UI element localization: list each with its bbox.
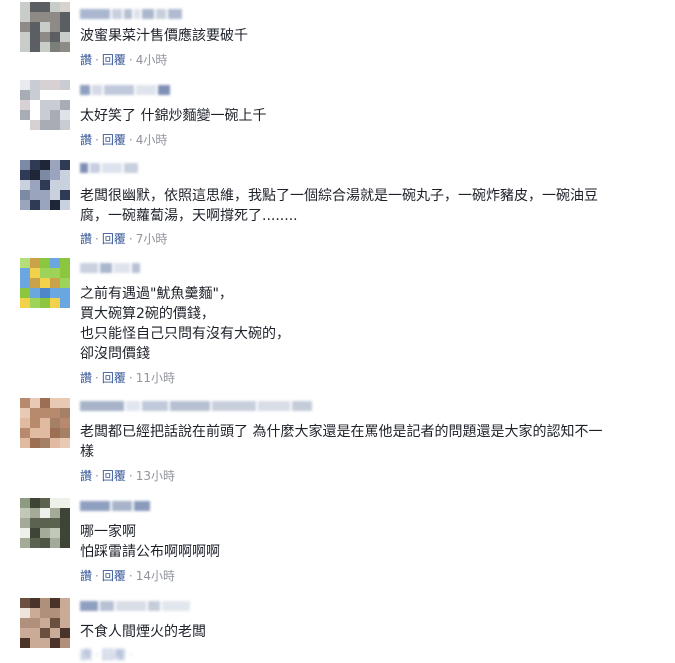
like-link[interactable]: 讚 bbox=[80, 648, 92, 662]
commenter-name[interactable] bbox=[80, 262, 140, 274]
separator-dot: · bbox=[95, 133, 99, 147]
like-link[interactable]: 讚 bbox=[80, 133, 92, 147]
reply-link[interactable]: 回覆 bbox=[102, 133, 126, 147]
avatar[interactable] bbox=[20, 598, 70, 648]
separator-dot: · bbox=[128, 648, 133, 662]
separator-dot: · bbox=[95, 53, 99, 67]
avatar[interactable] bbox=[20, 398, 70, 448]
reply-link[interactable]: 回覆 bbox=[102, 469, 126, 483]
separator-dot: · bbox=[95, 371, 99, 385]
like-link[interactable]: 讚 bbox=[80, 232, 92, 246]
comment-actions: 讚 · 回覆 · 4小時 bbox=[80, 132, 167, 148]
separator-dot: · bbox=[128, 569, 133, 583]
comment-actions: 讚 · 回覆 · 13小時 bbox=[80, 468, 175, 484]
comment-actions: 讚 · 回覆 · 4小時 bbox=[80, 52, 167, 68]
like-link[interactable]: 讚 bbox=[80, 371, 92, 385]
reply-link[interactable]: 回覆 bbox=[102, 232, 126, 246]
comment-text: 太好笑了 什錦炒麵變一碗上千 bbox=[80, 108, 267, 124]
avatar[interactable] bbox=[20, 258, 70, 308]
avatar[interactable] bbox=[20, 160, 70, 210]
comment-timestamp[interactable]: 11小時 bbox=[136, 371, 175, 385]
separator-dot: · bbox=[95, 232, 99, 246]
like-link[interactable]: 讚 bbox=[80, 469, 92, 483]
comment-actions: 讚 · 回覆 · 14小時 bbox=[80, 568, 175, 584]
separator-dot: · bbox=[95, 569, 99, 583]
comment-text: 哪一家啊 怕踩雷請公布啊啊啊啊 bbox=[80, 524, 220, 560]
commenter-name[interactable] bbox=[80, 162, 138, 174]
reply-link[interactable]: 回覆 bbox=[102, 53, 126, 67]
reply-link[interactable]: 回覆 bbox=[102, 648, 126, 662]
comment-actions: 讚 · 回覆 · bbox=[80, 647, 136, 663]
comment-actions: 讚 · 回覆 · 7小時 bbox=[80, 231, 167, 247]
commenter-name[interactable] bbox=[80, 84, 170, 96]
commenter-name[interactable] bbox=[80, 600, 190, 612]
separator-dot: · bbox=[128, 371, 133, 385]
like-link[interactable]: 讚 bbox=[80, 53, 92, 67]
comment-text: 老闆很幽默，依照這思維，我點了一個綜合湯就是一碗丸子，一碗炸豬皮，一碗油豆 腐，… bbox=[80, 188, 598, 224]
separator-dot: · bbox=[95, 648, 99, 662]
comment-timestamp[interactable]: 4小時 bbox=[136, 53, 168, 67]
comment-actions: 讚 · 回覆 · 11小時 bbox=[80, 370, 175, 386]
separator-dot: · bbox=[128, 133, 133, 147]
comment-text: 之前有遇過"魷魚羹麵"， 買大碗算2碗的價錢， 也只能怪自己只問有沒有大碗的， … bbox=[80, 286, 290, 362]
reply-link[interactable]: 回覆 bbox=[102, 569, 126, 583]
like-link[interactable]: 讚 bbox=[80, 569, 92, 583]
separator-dot: · bbox=[128, 53, 133, 67]
comment-text: 波蜜果菜汁售價應該要破千 bbox=[80, 28, 248, 44]
comment-text: 不食人間煙火的老闆 bbox=[80, 624, 206, 640]
separator-dot: · bbox=[128, 232, 133, 246]
avatar[interactable] bbox=[20, 80, 70, 130]
reply-link[interactable]: 回覆 bbox=[102, 371, 126, 385]
comment-text: 老闆都已經把話說在前頭了 為什麼大家還是在罵他是記者的問題還是大家的認知不一 樣 bbox=[80, 424, 603, 460]
commenter-name[interactable] bbox=[80, 8, 182, 20]
comment-timestamp[interactable]: 13小時 bbox=[136, 469, 175, 483]
commenter-name[interactable] bbox=[80, 400, 312, 412]
commenter-name[interactable] bbox=[80, 500, 150, 512]
separator-dot: · bbox=[95, 469, 99, 483]
comment-timestamp[interactable]: 7小時 bbox=[136, 232, 168, 246]
separator-dot: · bbox=[128, 469, 133, 483]
comment-timestamp[interactable]: 4小時 bbox=[136, 133, 168, 147]
avatar[interactable] bbox=[20, 2, 70, 52]
avatar[interactable] bbox=[20, 498, 70, 548]
comment-timestamp[interactable]: 14小時 bbox=[136, 569, 175, 583]
